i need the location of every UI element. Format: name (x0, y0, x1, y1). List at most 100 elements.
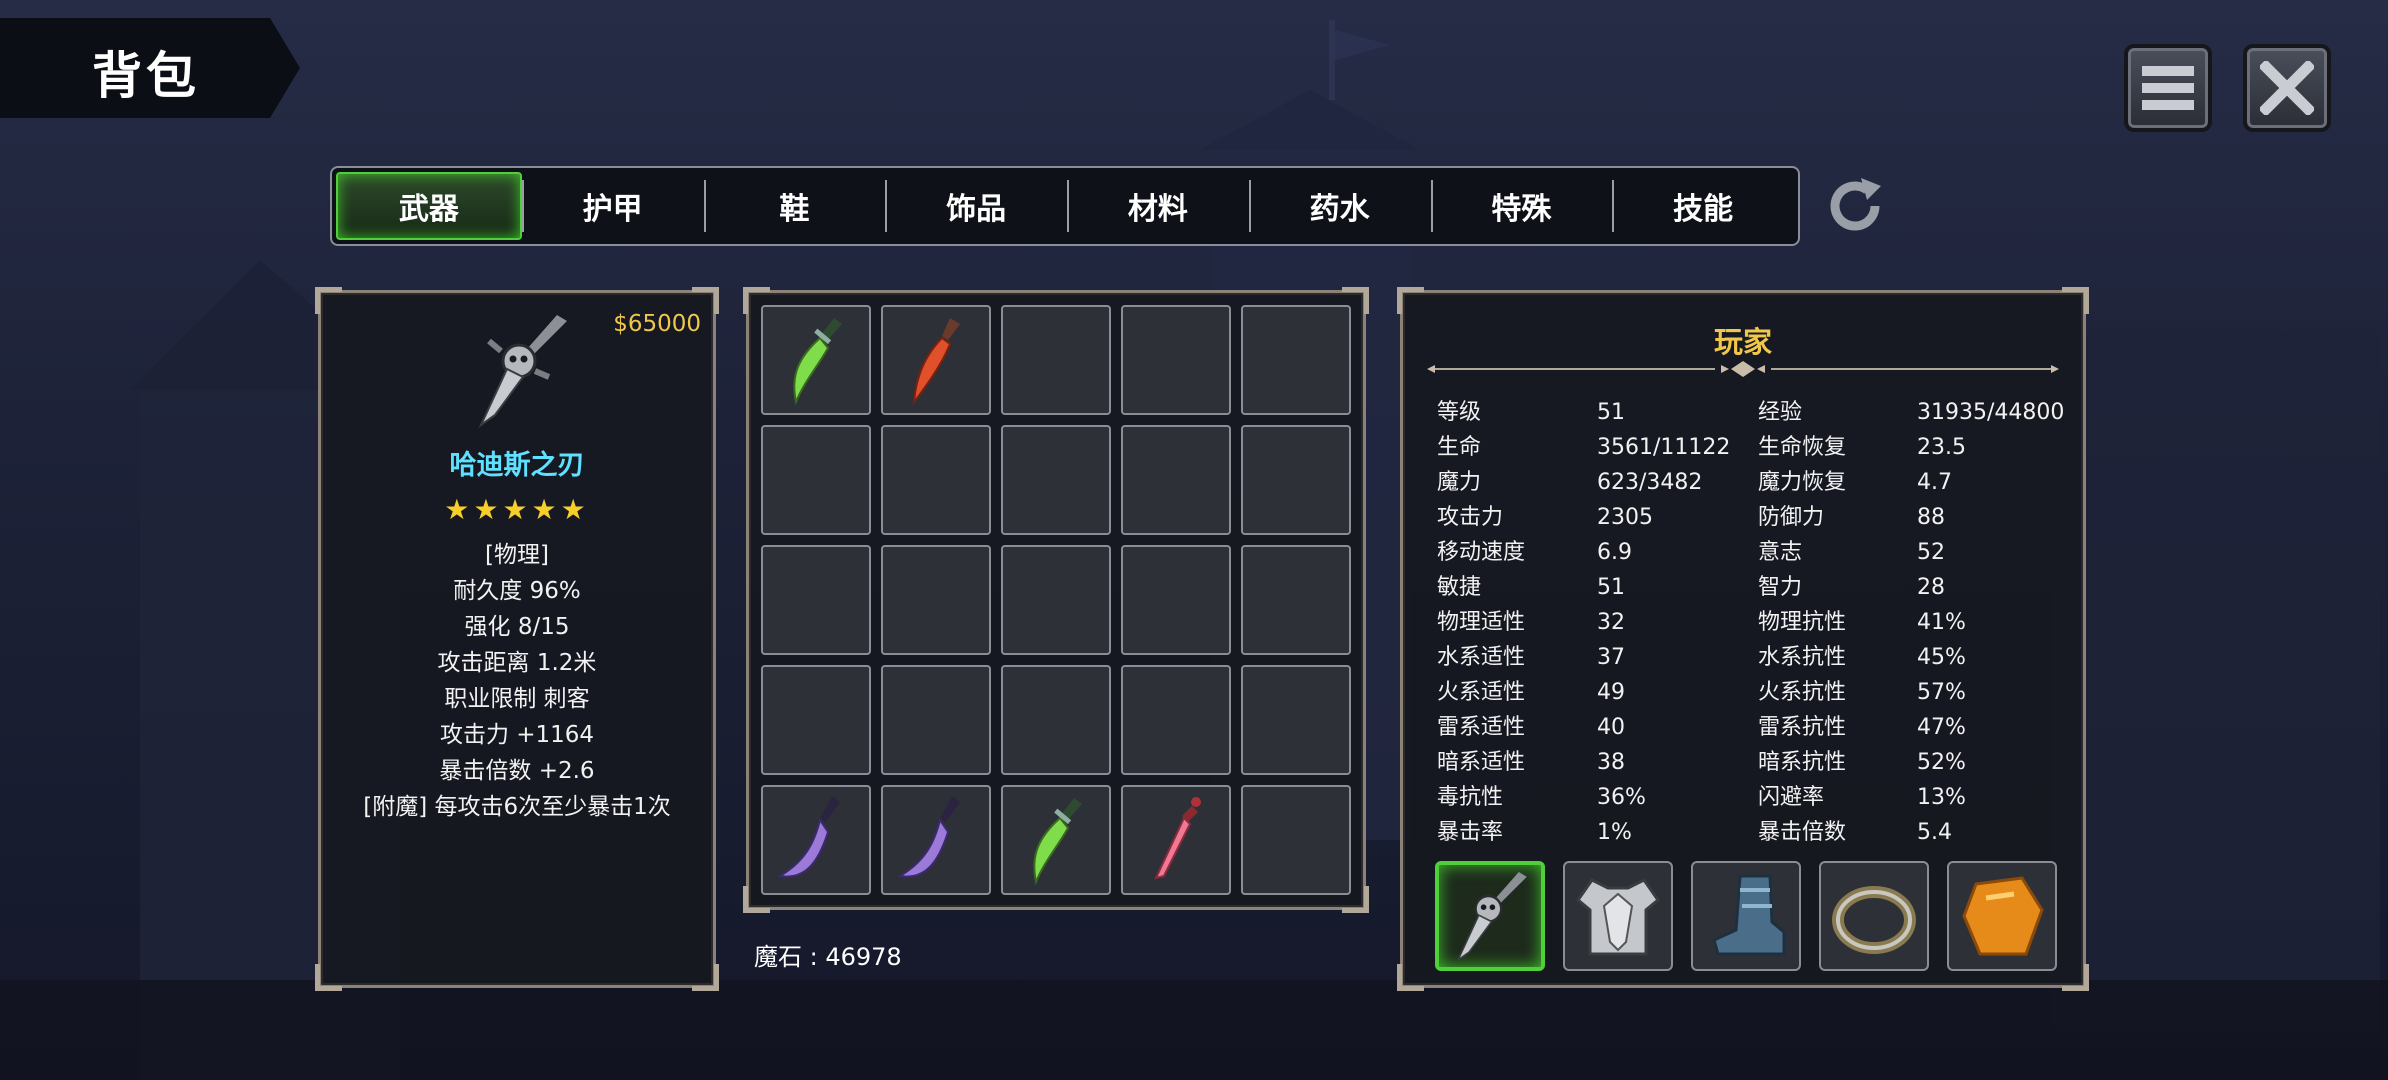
inventory-slot[interactable] (1001, 545, 1111, 655)
tab-shoes[interactable]: 鞋 (703, 172, 886, 240)
stat-row: 生命 3561/11122 生命恢复 23.5 (1437, 430, 2077, 465)
inventory-slot[interactable] (761, 425, 871, 535)
inventory-slot[interactable] (881, 425, 991, 535)
stat-value: 38 (1597, 750, 1625, 775)
equipment-slot[interactable] (1947, 861, 2057, 971)
stat-label: 火系适性 (1437, 680, 1526, 705)
stat-label: 雷系抗性 (1758, 715, 1847, 740)
stat-value: 32 (1597, 610, 1625, 635)
stat-label: 等级 (1437, 400, 1482, 425)
equipment-slot[interactable] (1563, 861, 1673, 971)
item-crit-multiplier: 暴击倍数 +2.6 (439, 758, 595, 784)
stat-value: 4.7 (1917, 470, 1952, 495)
inventory-slot[interactable] (881, 545, 991, 655)
stat-row: 水系适性 37 水系抗性 45% (1437, 640, 2077, 675)
page-title: 背包 (92, 47, 200, 105)
item-enchant: [附魔] 每攻击6次至少暴击1次 (363, 794, 671, 820)
tab-armor[interactable]: 护甲 (521, 172, 704, 240)
stat-label: 闪避率 (1758, 785, 1825, 810)
item-rating-stars: ★★★★★ (444, 493, 590, 526)
stat-label: 物理适性 (1437, 610, 1526, 635)
stat-label: 防御力 (1758, 505, 1825, 530)
stat-value: 623/3482 (1597, 470, 1703, 495)
stat-label: 智力 (1758, 575, 1803, 600)
stat-row: 物理适性 32 物理抗性 41% (1437, 605, 2077, 640)
tab-skills[interactable]: 技能 (1612, 172, 1794, 240)
inventory-slot[interactable] (761, 305, 871, 415)
refresh-icon[interactable] (1823, 174, 1887, 238)
panel-corner (692, 287, 719, 314)
stat-row: 暴击率 1% 暴击倍数 5.4 (1437, 815, 2077, 850)
stat-row: 魔力 623/3482 魔力恢复 4.7 (1437, 465, 2077, 500)
panel-corner (1397, 964, 1424, 991)
inventory-slot[interactable] (1001, 425, 1111, 535)
inventory-slot[interactable] (1121, 665, 1231, 775)
inventory-slot[interactable] (1121, 425, 1231, 535)
stat-label: 攻击力 (1437, 505, 1504, 530)
inventory-panel (743, 287, 1369, 913)
stat-label: 经验 (1758, 400, 1803, 425)
stats-table: 等级 51 经验 31935/44800 生命 3561/11122 生命恢复 23.5 魔力 6… (1437, 395, 2077, 850)
stat-value: 51 (1597, 400, 1625, 425)
tab-accessories[interactable]: 饰品 (885, 172, 1067, 240)
stat-row: 毒抗性 36% 闪避率 13% (1437, 780, 2077, 815)
inventory-slot[interactable] (881, 305, 991, 415)
tab-special[interactable]: 特殊 (1430, 172, 1613, 240)
stat-label: 暗系适性 (1437, 750, 1526, 775)
inventory-slot[interactable] (1001, 785, 1111, 895)
inventory-slot[interactable] (761, 665, 871, 775)
equipment-slot[interactable] (1819, 861, 1929, 971)
stat-label: 物理抗性 (1758, 610, 1847, 635)
inventory-slot[interactable] (761, 545, 871, 655)
stat-row: 雷系适性 40 雷系抗性 47% (1437, 710, 2077, 745)
player-title: 玩家 (1713, 325, 1772, 359)
stat-row: 攻击力 2305 防御力 88 (1437, 500, 2077, 535)
inventory-slot[interactable] (881, 665, 991, 775)
stat-value: 40 (1597, 715, 1625, 740)
stat-label: 敏捷 (1437, 575, 1482, 600)
magic-stone-count: 魔石 : 46978 (754, 943, 902, 971)
skull-dagger-icon (1455, 872, 1527, 963)
stat-label: 生命 (1437, 435, 1482, 460)
stat-label: 意志 (1758, 540, 1803, 565)
stat-label: 毒抗性 (1437, 785, 1504, 810)
inventory-slot[interactable] (1241, 545, 1351, 655)
inventory-slot[interactable] (1121, 785, 1231, 895)
stat-label: 暴击倍数 (1758, 820, 1847, 845)
stat-label: 移动速度 (1437, 540, 1526, 565)
equipment-slots (1435, 861, 2057, 971)
inventory-slot[interactable] (1241, 425, 1351, 535)
ornament-divider (1427, 361, 2059, 377)
inventory-slot[interactable] (1121, 305, 1231, 415)
stat-label: 水系抗性 (1758, 645, 1847, 670)
inventory-slot[interactable] (1121, 545, 1231, 655)
inventory-slot[interactable] (1241, 305, 1351, 415)
inventory-slot[interactable] (761, 785, 871, 895)
inventory-slot[interactable] (1241, 785, 1351, 895)
stat-value: 36% (1597, 785, 1646, 810)
stat-row: 等级 51 经验 31935/44800 (1437, 395, 2077, 430)
stat-value: 2305 (1597, 505, 1653, 530)
equipment-slot[interactable] (1435, 861, 1545, 971)
stat-value: 31935/44800 (1917, 400, 2065, 425)
tab-materials[interactable]: 材料 (1067, 172, 1249, 240)
tab-weapons[interactable]: 武器 (336, 172, 522, 240)
inventory-slot[interactable] (1001, 305, 1111, 415)
purple-scythe-dagger-icon (777, 796, 840, 878)
item-name: 哈迪斯之刃 (449, 450, 585, 481)
panel-corner (2062, 964, 2089, 991)
equipment-slot[interactable] (1691, 861, 1801, 971)
stat-value: 5.4 (1917, 820, 1952, 845)
amber-gem-icon (1962, 876, 2044, 956)
inventory-slot[interactable] (881, 785, 991, 895)
tab-potions[interactable]: 药水 (1248, 172, 1431, 240)
menu-icon (2142, 66, 2194, 110)
stat-row: 火系适性 49 火系抗性 57% (1437, 675, 2077, 710)
stat-value: 52% (1917, 750, 1966, 775)
close-button[interactable] (2243, 44, 2331, 132)
menu-button[interactable] (2124, 44, 2212, 132)
panel-corner (315, 964, 342, 991)
inventory-slot[interactable] (1001, 665, 1111, 775)
stat-label: 魔力 (1437, 470, 1482, 495)
inventory-slot[interactable] (1241, 665, 1351, 775)
